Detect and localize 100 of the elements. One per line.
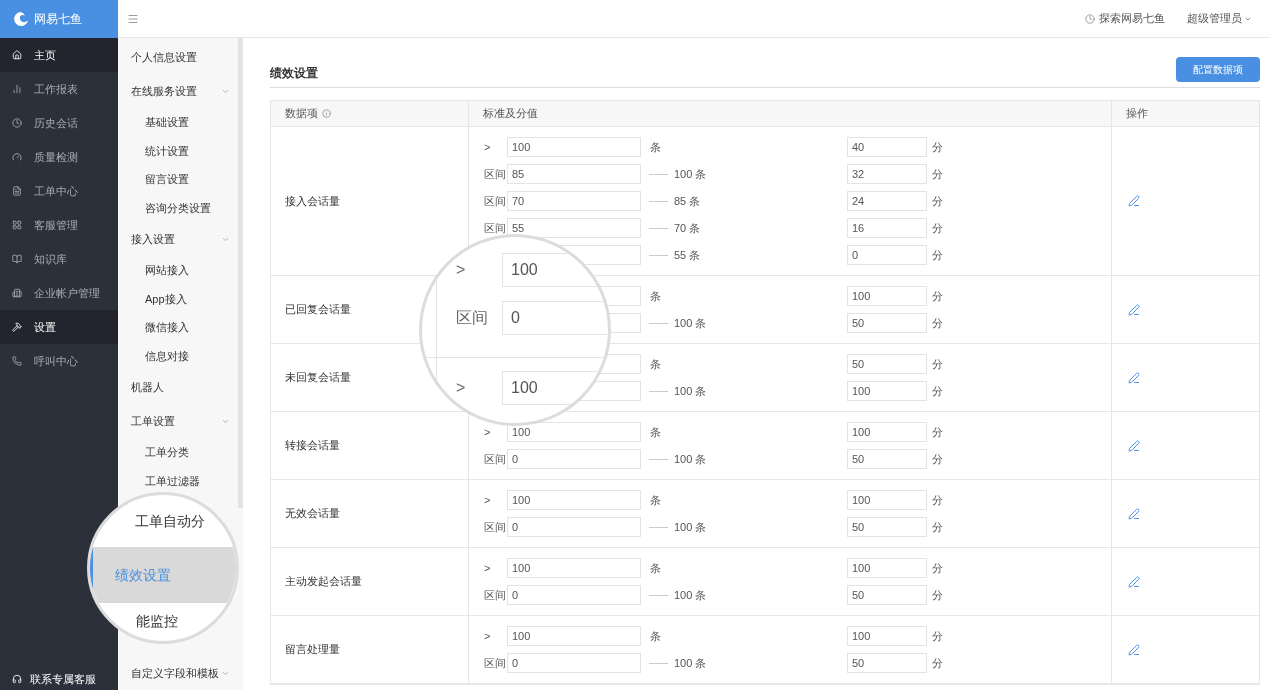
phone-icon <box>12 356 22 366</box>
condition-label: > <box>483 492 492 508</box>
hammer-icon <box>12 322 22 332</box>
upper-bound-label: 85 条 <box>674 193 701 209</box>
upper-bound-label: 100 条 <box>674 587 707 603</box>
table-cell: 主动发起会话量 <box>271 548 469 615</box>
text-field[interactable]: 50 <box>847 517 927 537</box>
condition-label: 区间 <box>483 166 507 182</box>
unit-label: 分 <box>932 247 943 263</box>
text-field[interactable]: 0 <box>502 301 608 335</box>
explore-link[interactable]: 探索网易七鱼 <box>1099 10 1165 27</box>
submenu-subitem[interactable]: 统计设置 <box>118 136 238 165</box>
submenu-item[interactable]: 在线服务设置 <box>131 82 197 100</box>
text-field[interactable]: 50 <box>847 313 927 333</box>
text-field[interactable]: 0 <box>507 517 641 537</box>
submenu-subitem[interactable]: 咨询分类设置 <box>118 193 238 222</box>
text-field[interactable]: 100 <box>507 558 641 578</box>
nav-item[interactable]: 知识库 <box>0 242 118 276</box>
unit-label: 分 <box>932 628 943 644</box>
edit-icon[interactable] <box>1128 439 1140 452</box>
scrollbar[interactable] <box>238 38 243 508</box>
text-field[interactable]: 100 <box>847 422 927 442</box>
submenu-subitem[interactable]: 微信接入 <box>118 313 238 342</box>
submenu-subitem[interactable]: App接入 <box>118 284 238 313</box>
text-field[interactable]: 100 <box>507 626 641 646</box>
text-field[interactable]: 32 <box>847 164 927 184</box>
nav-item[interactable]: 呼叫中心 <box>0 344 118 378</box>
text-field[interactable]: 100 <box>847 381 927 401</box>
submenu-item[interactable]: 自定义字段和模板 <box>131 664 219 682</box>
edit-icon[interactable] <box>1128 303 1140 316</box>
nav-item[interactable]: 设置 <box>0 310 118 344</box>
text-field[interactable]: 100 <box>507 422 641 442</box>
text-field[interactable]: 100 <box>847 490 927 510</box>
unit-label: 分 <box>932 139 943 155</box>
condition-label: > <box>483 424 492 440</box>
text-field[interactable]: 100 <box>847 626 927 646</box>
edit-icon[interactable] <box>1128 195 1140 207</box>
nav-item[interactable]: 工单中心 <box>0 174 118 208</box>
submenu-item[interactable]: 工单设置 <box>131 412 175 430</box>
nav-item[interactable]: 企业帐户管理 <box>0 276 118 310</box>
submenu-subitem[interactable]: 基础设置 <box>118 108 238 137</box>
user-menu[interactable]: 超级管理员 <box>1187 10 1242 27</box>
edit-icon[interactable] <box>1128 643 1140 656</box>
menu-icon[interactable] <box>127 12 139 25</box>
text-field[interactable]: 40 <box>847 137 927 157</box>
clock-icon <box>1085 13 1095 24</box>
text-field[interactable]: 0 <box>507 449 641 469</box>
text-field[interactable]: 55 <box>507 218 641 238</box>
edit-icon[interactable] <box>1128 575 1140 588</box>
unit-label: 分 <box>932 288 943 304</box>
text-field[interactable]: 100 <box>847 286 927 306</box>
logo-icon <box>12 11 30 27</box>
condition-label: 区间 <box>483 519 507 535</box>
submenu-subitem[interactable]: 网站接入 <box>118 256 238 285</box>
text-field[interactable]: 50 <box>847 585 927 605</box>
unit-label: 分 <box>932 315 943 331</box>
nav-item[interactable]: 主页 <box>0 38 118 72</box>
submenu-item[interactable]: 个人信息设置 <box>131 48 197 66</box>
submenu-subitem[interactable]: 能监控 <box>90 607 236 635</box>
unit-label: 条 <box>650 356 662 372</box>
headset-icon <box>12 674 22 684</box>
text-field[interactable]: 0 <box>847 245 927 265</box>
text-field[interactable]: 100 <box>507 137 641 157</box>
condition-label: 区间 <box>483 587 507 603</box>
text-field[interactable]: 70 <box>507 191 641 211</box>
submenu-item[interactable]: 接入设置 <box>131 230 175 248</box>
contact-support-link[interactable]: 联系专属客服 <box>30 670 96 688</box>
submenu-subitem[interactable]: 留言设置 <box>118 165 238 194</box>
unit-label: 分 <box>932 220 943 236</box>
clock-icon <box>12 118 22 128</box>
text-field[interactable]: 100 <box>847 558 927 578</box>
unit-label: 条 <box>650 288 662 304</box>
column-header: 数据项 <box>271 101 469 126</box>
unit-label: 分 <box>932 356 943 372</box>
text-field[interactable]: 100 <box>507 490 641 510</box>
nav-item[interactable]: 历史会话 <box>0 106 118 140</box>
text-field[interactable]: 24 <box>847 191 927 211</box>
unit-label: 分 <box>932 424 943 440</box>
text-field[interactable]: 50 <box>847 653 927 673</box>
text-field[interactable]: 50 <box>847 354 927 374</box>
submenu-subitem[interactable]: 工单分类 <box>118 438 238 467</box>
edit-icon[interactable] <box>1128 507 1140 520</box>
text-field[interactable]: 85 <box>507 164 641 184</box>
nav-item[interactable]: 质量检测 <box>0 140 118 174</box>
text-field[interactable]: 50 <box>847 449 927 469</box>
unit-label: 条 <box>650 560 662 576</box>
text-field[interactable]: 16 <box>847 218 927 238</box>
edit-icon[interactable] <box>1128 371 1140 384</box>
unit-label: 条 <box>650 424 662 440</box>
unit-label: 条 <box>650 492 662 508</box>
submenu-subitem[interactable]: 信息对接 <box>118 341 238 370</box>
submenu-subitem[interactable]: 工单过滤器 <box>118 466 238 495</box>
condition-label: > <box>483 139 492 155</box>
nav-item[interactable]: 工作报表 <box>0 72 118 106</box>
text-field[interactable]: 0 <box>507 585 641 605</box>
submenu-item[interactable]: 机器人 <box>131 378 164 396</box>
text-field[interactable]: 0 <box>507 653 641 673</box>
column-header: 标准及分值 <box>469 101 1112 126</box>
submenu-subitem[interactable]: 工单自动分 <box>90 507 236 535</box>
nav-item[interactable]: 客服管理 <box>0 208 118 242</box>
